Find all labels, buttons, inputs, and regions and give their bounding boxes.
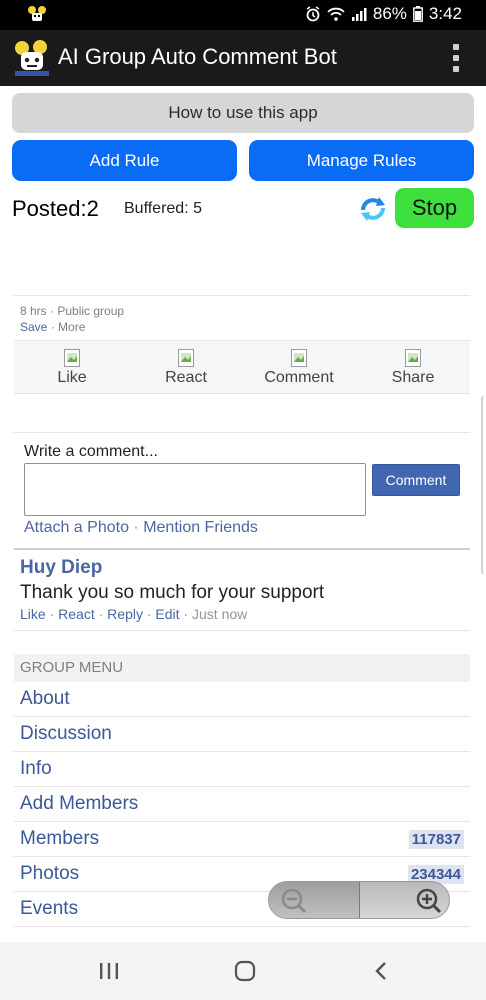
battery-percentage: 86% [372, 4, 407, 23]
app-logo [15, 40, 49, 76]
comment-reply-link[interactable]: Reply [107, 606, 143, 622]
app-bar: AI Group Auto Comment Bot [0, 30, 486, 86]
like-button[interactable]: Like [27, 347, 117, 387]
stop-button[interactable]: Stop [395, 188, 474, 228]
menu-divider [14, 630, 470, 631]
comment-input[interactable] [24, 463, 366, 516]
back-icon [375, 962, 386, 980]
comment-react-link[interactable]: React [58, 606, 95, 622]
scroll-indicator[interactable] [481, 395, 486, 575]
group-menu-header: GROUP MENU [14, 654, 470, 682]
post-links: Save · More [20, 320, 86, 334]
members-count-badge: 117837 [408, 830, 464, 849]
buffered-counter: Buffered: 5 [124, 200, 202, 217]
home-button[interactable] [225, 956, 265, 986]
zoom-out-button[interactable] [269, 882, 359, 918]
comment-time: Just now [192, 606, 248, 622]
post-divider [14, 295, 470, 296]
post-action-row: Like React Comment Share [14, 340, 470, 394]
wifi-icon [327, 7, 345, 21]
attach-photo-link[interactable]: Attach a Photo [24, 519, 129, 536]
menu-item-discussion[interactable]: Discussion [14, 717, 470, 752]
broken-image-icon [405, 349, 421, 367]
home-icon [234, 960, 256, 982]
zoom-out-icon [281, 888, 307, 914]
comment-like-link[interactable]: Like [20, 606, 46, 622]
battery-icon [413, 6, 423, 22]
react-button[interactable]: React [141, 347, 231, 387]
clock: 3:42 [428, 4, 462, 23]
menu-item-members[interactable]: Members 117837 [14, 822, 470, 857]
comment-divider [14, 548, 470, 550]
broken-image-icon [291, 349, 307, 367]
comment-actions: Like · React · Reply · Edit · Just now [20, 606, 248, 622]
zoom-control [268, 881, 450, 919]
broken-image-icon [178, 349, 194, 367]
menu-item-info[interactable]: Info [14, 752, 470, 787]
system-nav-bar [0, 942, 486, 1000]
comment-text: Thank you so much for your support [20, 582, 325, 603]
post-meta: 8 hrs · Public group [20, 304, 125, 318]
comment-attachments: Attach a Photo · Mention Friends [24, 519, 258, 536]
manage-rules-button[interactable]: Manage Rules [249, 140, 474, 181]
overflow-menu-icon[interactable] [452, 44, 460, 72]
broken-image-icon [64, 349, 80, 367]
comment-action-button[interactable]: Comment [254, 347, 344, 387]
comment-submit-button[interactable]: Comment [372, 464, 460, 496]
comment-edit-link[interactable]: Edit [155, 606, 179, 622]
more-link[interactable]: More [58, 320, 85, 334]
how-to-use-button[interactable]: How to use this app [12, 93, 474, 133]
add-rule-button[interactable]: Add Rule [12, 140, 237, 181]
facebook-webview: 8 hrs · Public group Save · More Like Re… [14, 236, 470, 942]
menu-item-add-members[interactable]: Add Members [14, 787, 470, 822]
zoom-in-icon [416, 888, 442, 914]
write-comment-label: Write a comment... [24, 443, 158, 460]
recents-button[interactable] [89, 956, 129, 986]
zoom-in-button[interactable] [360, 882, 449, 918]
posted-counter: Posted:2 [12, 196, 99, 221]
save-link[interactable]: Save [20, 320, 47, 334]
refresh-icon[interactable] [357, 194, 389, 224]
comment-section-divider [14, 432, 470, 433]
menu-item-about[interactable]: About [14, 682, 470, 717]
app-title: AI Group Auto Comment Bot [58, 44, 337, 69]
alarm-icon [306, 6, 320, 22]
notification-bot-icon [28, 6, 46, 21]
mention-friends-link[interactable]: Mention Friends [143, 519, 258, 536]
share-button[interactable]: Share [368, 347, 458, 387]
signal-icon [351, 8, 367, 21]
back-button[interactable] [361, 956, 401, 986]
comment-author[interactable]: Huy Diep [20, 557, 102, 579]
recents-icon [100, 963, 118, 979]
status-bar: 86% 3:42 [0, 0, 486, 30]
